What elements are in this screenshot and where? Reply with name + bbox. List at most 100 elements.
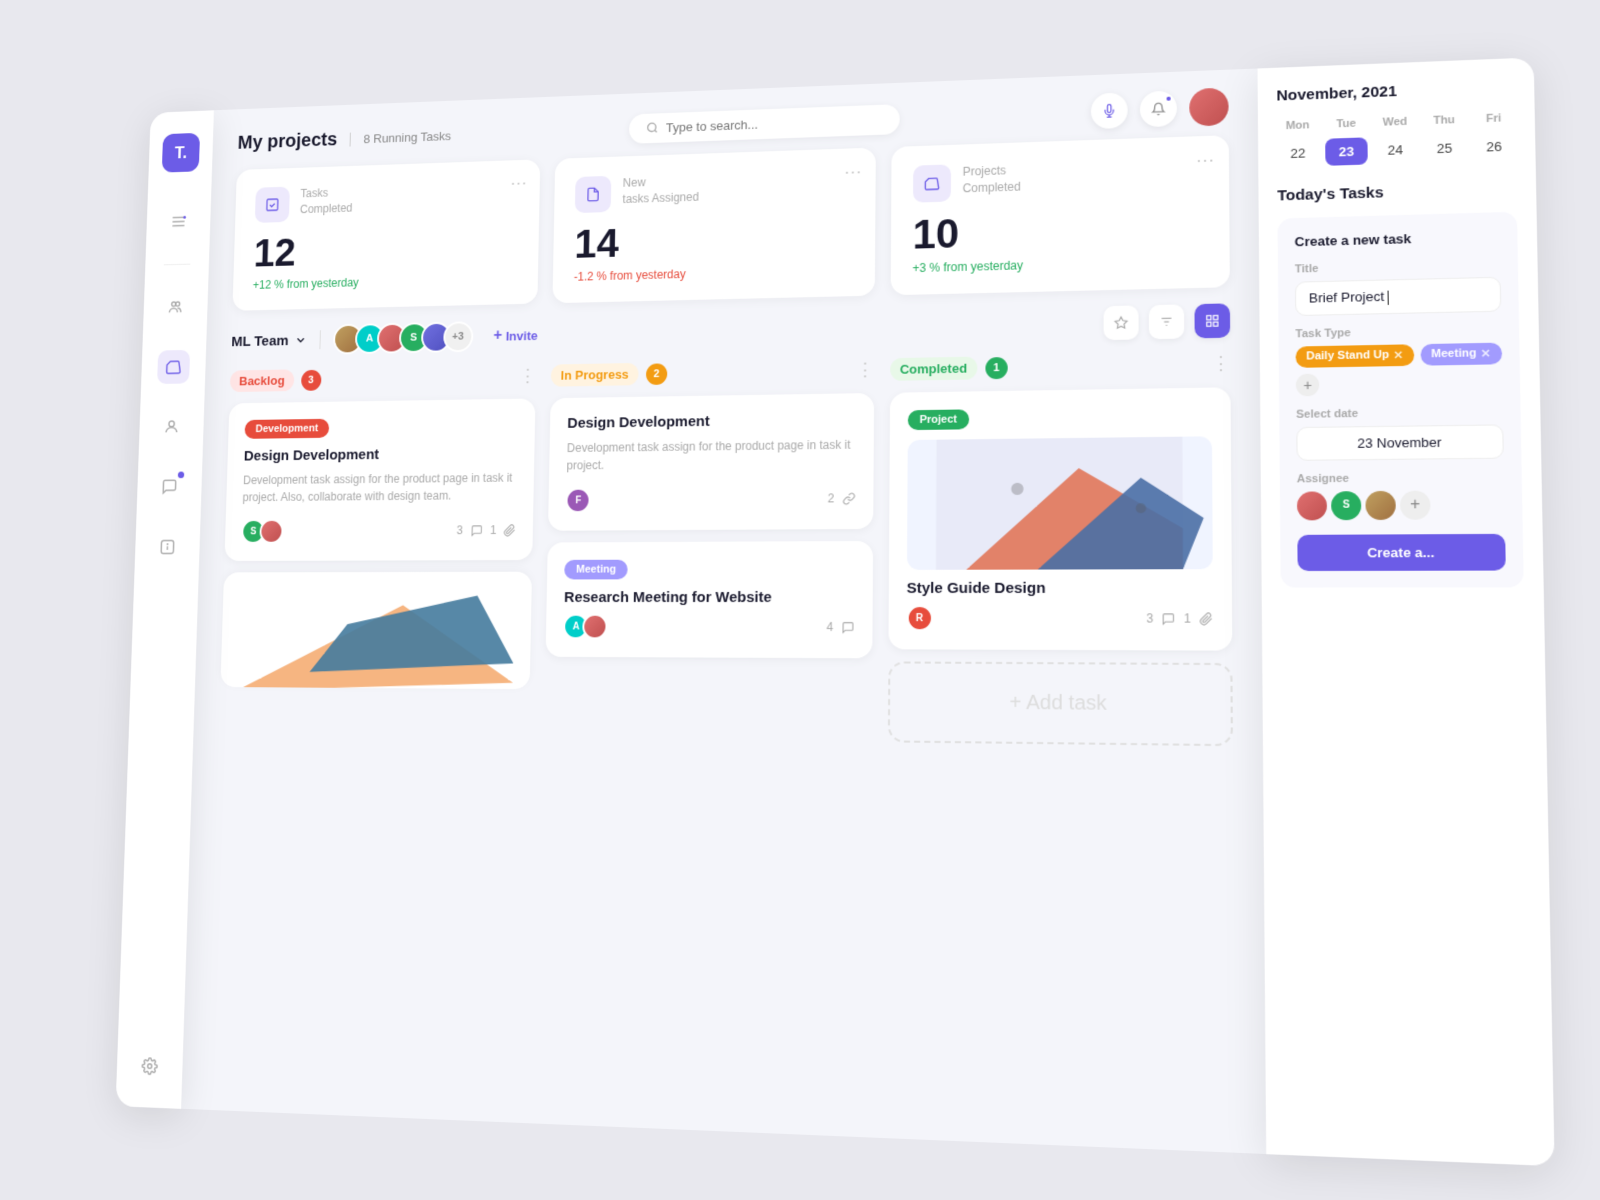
cal-header-wed: Wed (1374, 113, 1417, 131)
task-stats-1: 3 1 (456, 523, 516, 537)
styleguide-svg (907, 436, 1213, 570)
cal-day-22[interactable]: 22 (1277, 139, 1319, 167)
task-comment-count: 3 (456, 524, 463, 538)
task-footer-meeting: A 4 (563, 614, 854, 640)
user-avatar[interactable] (1189, 87, 1229, 126)
app-container: T. (116, 57, 1555, 1166)
sidebar-item-team[interactable] (159, 290, 192, 324)
task-type-tags: Daily Stand Up ✕ Meeting ✕ + (1296, 342, 1503, 396)
add-assignee-button[interactable]: + (1400, 490, 1431, 519)
mic-button[interactable] (1091, 92, 1128, 129)
tasks-stat-more[interactable]: ⋯ (510, 173, 527, 193)
task-avatar-photo2 (583, 614, 608, 640)
search-bar[interactable] (629, 104, 900, 144)
assignee-2[interactable]: S (1331, 491, 1361, 520)
topbar-right (1091, 87, 1229, 130)
grid-button[interactable] (1194, 303, 1230, 338)
create-task-button[interactable]: Create a... (1297, 533, 1506, 570)
assignee-label: Assignee (1297, 471, 1505, 485)
comment-icon-sg (1162, 612, 1176, 625)
assignee-1[interactable] (1297, 491, 1327, 520)
task-attach-count-sg: 1 (1184, 611, 1191, 625)
sidebar-item-projects[interactable] (157, 350, 190, 384)
tag-meeting[interactable]: Meeting ✕ (1420, 342, 1501, 365)
page-title: My projects (237, 129, 337, 154)
projects-stat-change: +3 % from yesterday (912, 254, 1206, 275)
task-footer-styleguide: R 3 1 (906, 605, 1213, 632)
sidebar-item-settings[interactable] (133, 1048, 167, 1085)
star-button[interactable] (1104, 305, 1139, 340)
calendar-month: November, 2021 (1276, 83, 1397, 105)
page-title-area: My projects 8 Running Tasks (237, 125, 451, 154)
completed-more[interactable]: ⋮ (1211, 353, 1230, 375)
cal-header-thu: Thu (1423, 112, 1466, 130)
task-desc-ip1: Development task assign for the product … (566, 436, 855, 475)
task-card-styleguide[interactable]: Project Style Guide Design R (888, 387, 1232, 650)
task-title-input[interactable]: Brief Project (1295, 277, 1501, 316)
attach-icon (504, 524, 517, 537)
task-title-styleguide: Style Guide Design (907, 579, 1213, 597)
backlog-more[interactable]: ⋮ (519, 366, 536, 386)
assignee-avatars: S + (1297, 489, 1505, 520)
stat-card-projects: Projects Completed 10 +3 % from yesterda… (890, 135, 1229, 295)
sidebar-item-notes[interactable] (162, 205, 195, 239)
tag-daily-standup[interactable]: Daily Stand Up ✕ (1296, 344, 1415, 368)
task-placeholder[interactable]: + Add task (887, 661, 1232, 746)
link-icon (842, 492, 855, 505)
task-footer-ip1: F 2 (566, 485, 855, 513)
task-tag-project: Project (907, 409, 969, 430)
attach-icon-sg (1199, 612, 1213, 625)
backlog-badge: Backlog (230, 369, 294, 392)
create-task-title: Create a new task (1294, 229, 1500, 250)
assigned-stat-value: 14 (574, 216, 853, 264)
tasks-stat-change: +12 % from yesterday (253, 272, 518, 292)
sidebar-divider (164, 264, 191, 266)
date-display[interactable]: 23 November (1296, 424, 1504, 460)
sidebar-spacer (151, 591, 166, 1022)
kanban-col-backlog: Backlog 3 ⋮ Development Design Developme… (207, 365, 537, 1123)
task-avatar-photo (259, 519, 283, 544)
partial-card-graphic (236, 585, 515, 689)
cal-day-26[interactable]: 26 (1472, 132, 1516, 161)
select-date-label: Select date (1296, 405, 1503, 420)
task-footer-1: S 3 1 (241, 517, 516, 543)
task-avatars-ip1: F (566, 488, 591, 513)
add-tag-button[interactable]: + (1296, 373, 1320, 396)
cal-day-23[interactable]: 23 (1325, 137, 1368, 166)
task-stats-styleguide: 3 1 (1146, 611, 1213, 625)
completed-title-badge: Completed 1 (890, 356, 1008, 381)
remove-daily-standup[interactable]: ✕ (1393, 348, 1403, 362)
sidebar-item-chat[interactable] (153, 470, 186, 504)
task-card-design-dev[interactable]: Development Design Development Developme… (224, 398, 535, 561)
inprogress-header: In Progress 2 ⋮ (551, 358, 874, 386)
running-tasks-badge: 8 Running Tasks (350, 128, 451, 146)
partial-card[interactable] (220, 572, 532, 689)
projects-stat-more[interactable]: ⋯ (1196, 150, 1215, 172)
assigned-stat-change: -1.2 % from yesterday (574, 263, 853, 284)
task-title-meeting: Research Meeting for Website (564, 589, 854, 606)
invite-button[interactable]: + Invite (493, 326, 538, 344)
filter-button[interactable] (1149, 304, 1184, 339)
inprogress-more[interactable]: ⋮ (856, 359, 874, 380)
projects-stat-icon (913, 164, 951, 202)
assignee-3[interactable] (1365, 490, 1396, 519)
task-avatars-1: S (241, 519, 283, 544)
assigned-stat-more[interactable]: ⋯ (844, 162, 862, 183)
team-select[interactable]: ML Team (231, 332, 307, 350)
search-input[interactable] (666, 112, 882, 134)
cal-day-24[interactable]: 24 (1374, 136, 1417, 165)
sidebar-logo[interactable]: T. (162, 133, 200, 173)
sidebar-item-info[interactable] (151, 530, 184, 564)
team-row-actions (1104, 303, 1231, 340)
task-tag-meeting: Meeting (565, 560, 628, 580)
notification-button[interactable] (1140, 90, 1177, 127)
task-card-inprogress-1[interactable]: Design Development Development task assi… (548, 393, 873, 531)
remove-meeting[interactable]: ✕ (1481, 346, 1491, 360)
cal-day-25[interactable]: 25 (1423, 134, 1466, 163)
sidebar-item-users[interactable] (155, 410, 188, 444)
calendar-header: November, 2021 (1276, 78, 1515, 104)
team-extra[interactable]: +3 (443, 321, 473, 352)
inprogress-title-badge: In Progress 2 (551, 362, 667, 386)
kanban-col-inprogress: In Progress 2 ⋮ Design Development Devel… (537, 358, 874, 1137)
task-card-meeting[interactable]: Meeting Research Meeting for Website A 4 (546, 541, 873, 658)
